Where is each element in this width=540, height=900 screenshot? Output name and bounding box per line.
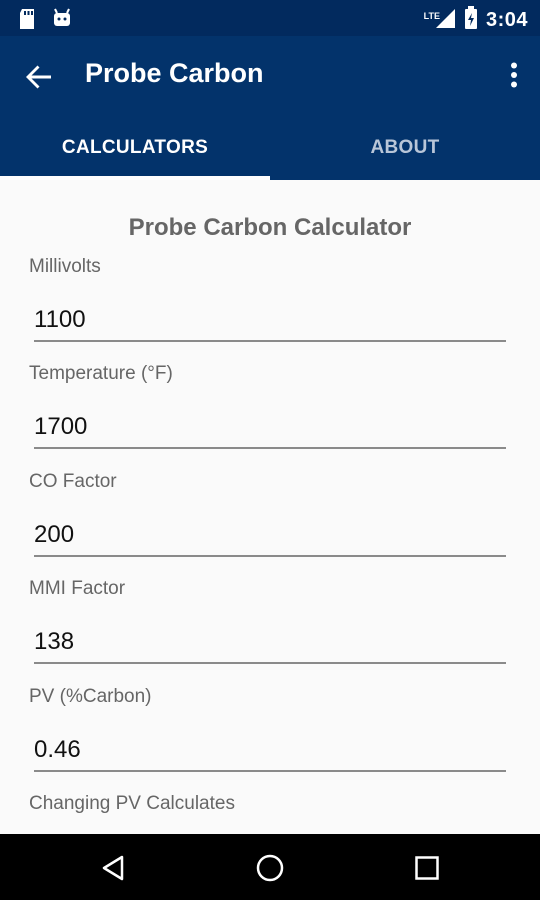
temperature-label: Temperature (°F) [29,363,173,384]
nav-home-button[interactable] [248,846,292,890]
android-icon [52,8,72,35]
pv-carbon-input[interactable] [34,730,506,772]
signal-icon [434,7,456,34]
status-time: 3:04 [485,9,528,31]
tab-calculators[interactable]: CALCULATORS [0,116,270,180]
nav-recents-button[interactable] [405,846,449,890]
calculator-title: Probe Carbon Calculator [128,214,412,241]
overflow-menu-button[interactable] [502,54,526,96]
tab-about[interactable]: ABOUT [270,116,540,180]
battery-icon [464,6,478,35]
nav-back-button[interactable] [91,846,135,890]
calculator-panel: Probe Carbon Calculator Millivolts Tempe… [0,180,540,834]
square-recents-icon [415,856,439,880]
notification-icons [18,8,72,35]
changing-pv-label: Changing PV Calculates [29,793,235,814]
system-icons: LTE 3:04 [424,6,528,35]
arrow-back-icon [26,65,51,89]
back-button[interactable] [18,56,60,98]
triangle-back-icon [102,855,124,881]
temperature-input[interactable] [34,407,506,449]
co-factor-label: CO Factor [29,471,117,492]
sd-card-icon [18,8,36,35]
circle-home-icon [256,854,284,882]
co-factor-input[interactable] [34,515,506,557]
app-title: Probe Carbon [85,58,264,88]
navigation-bar [0,834,540,900]
mmi-factor-label: MMI Factor [29,578,126,599]
app-bar: Probe Carbon [0,36,540,116]
status-bar: LTE 3:04 [0,0,540,36]
tab-bar: CALCULATORS ABOUT [0,116,540,180]
screen: LTE 3:04 Probe Carbon CALCULATORS ABOUT … [0,0,540,900]
millivolts-label: Millivolts [29,256,101,277]
mmi-factor-input[interactable] [34,622,506,664]
more-vert-icon [511,62,517,88]
millivolts-input[interactable] [34,300,506,342]
pv-carbon-label: PV (%Carbon) [29,686,152,707]
